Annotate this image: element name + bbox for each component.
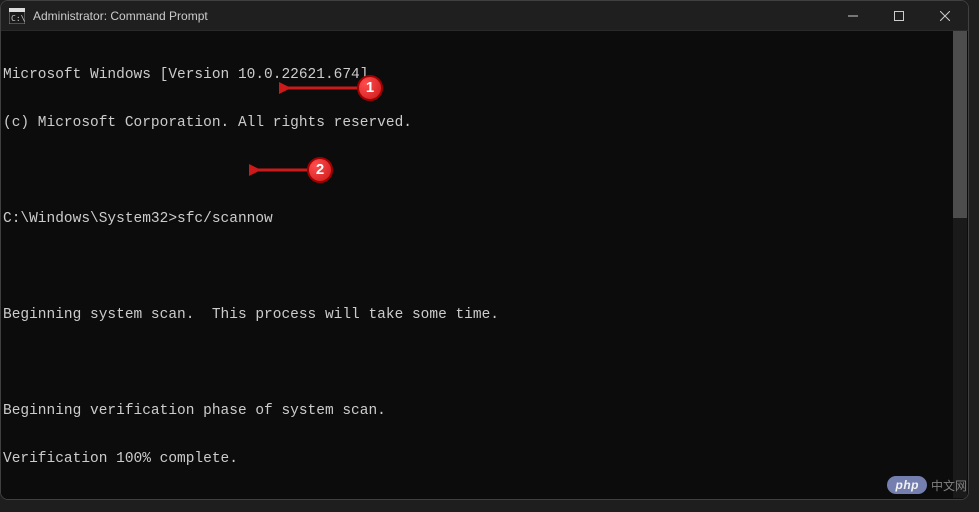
terminal-line: Microsoft Windows [Version 10.0.22621.67…	[3, 67, 966, 83]
terminal-line: (c) Microsoft Corporation. All rights re…	[3, 115, 966, 131]
maximize-button[interactable]	[876, 1, 922, 31]
close-button[interactable]	[922, 1, 968, 31]
terminal-area[interactable]: Microsoft Windows [Version 10.0.22621.67…	[1, 31, 968, 499]
command-prompt-window: C:\ Administrator: Command Prompt Micros…	[0, 0, 969, 500]
cmd-icon: C:\	[9, 8, 25, 24]
terminal-line	[3, 259, 966, 275]
terminal-line-command: C:\Windows\System32>sfc/scannow	[3, 211, 966, 227]
terminal-line	[3, 355, 966, 371]
window-controls	[830, 1, 968, 30]
watermark: php 中文网	[887, 476, 967, 494]
terminal-line: Beginning verification phase of system s…	[3, 403, 966, 419]
terminal-line: Beginning system scan. This process will…	[3, 307, 966, 323]
watermark-text: 中文网	[931, 477, 967, 494]
minimize-button[interactable]	[830, 1, 876, 31]
svg-text:C:\: C:\	[11, 14, 25, 23]
terminal-line	[3, 163, 966, 179]
scrollbar-thumb[interactable]	[953, 31, 967, 218]
titlebar[interactable]: C:\ Administrator: Command Prompt	[1, 1, 968, 31]
terminal-line	[3, 499, 966, 500]
vertical-scrollbar[interactable]	[953, 31, 967, 498]
terminal-line: Verification 100% complete.	[3, 451, 966, 467]
php-logo: php	[887, 476, 927, 494]
window-title: Administrator: Command Prompt	[33, 9, 830, 23]
